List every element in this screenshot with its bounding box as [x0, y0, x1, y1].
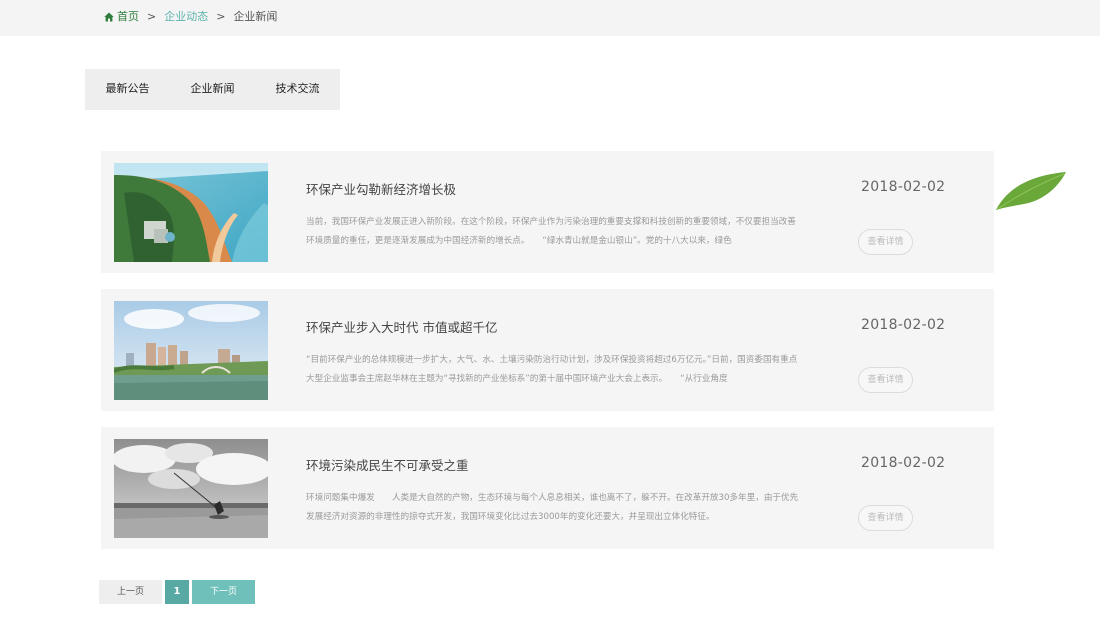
page-number-button[interactable]: 1: [165, 580, 189, 604]
home-icon: [104, 12, 114, 22]
news-date: 2018-02-02: [861, 179, 946, 195]
tab-company-news[interactable]: 企业新闻: [170, 69, 255, 110]
news-thumbnail-city[interactable]: [114, 301, 268, 400]
news-thumbnail-coast[interactable]: [114, 163, 268, 262]
news-item[interactable]: 环保产业步入大时代 市值或超千亿 “目前环保产业的总体规模进一步扩大，大气、水、…: [101, 289, 994, 411]
news-item[interactable]: 环保产业勾勒新经济增长极 当前，我国环保产业发展正进入新阶段。在这个阶段，环保产…: [101, 151, 994, 273]
news-summary: 当前，我国环保产业发展正进入新阶段。在这个阶段，环保产业作为污染治理的重要支撑和…: [306, 217, 796, 246]
news-title[interactable]: 环保产业勾勒新经济增长极: [306, 179, 456, 198]
breadcrumb: 首页 > 企业动态 > 企业新闻: [104, 9, 277, 25]
news-date: 2018-02-02: [861, 455, 946, 471]
news-summary: 环境问题集中爆发 人类是大自然的产物，生态环境与每个人息息相关，谁也离不了，躲不…: [306, 493, 799, 522]
news-summary: “目前环保产业的总体规模进一步扩大，大气、水、土壤污染防治行动计划，涉及环保投资…: [306, 355, 798, 384]
category-tabs: 最新公告 企业新闻 技术交流: [85, 69, 340, 110]
prev-page-button[interactable]: 上一页: [99, 580, 162, 604]
next-page-button[interactable]: 下一页: [192, 580, 255, 604]
news-thumbnail-fisherman[interactable]: [114, 439, 268, 538]
breadcrumb-separator: >: [147, 10, 157, 23]
breadcrumb-home-link[interactable]: 首页: [117, 9, 139, 25]
view-details-button[interactable]: 查看详情: [858, 229, 913, 255]
leaf-decoration-icon: [995, 172, 1066, 211]
news-title[interactable]: 环境污染成民生不可承受之重: [306, 455, 469, 474]
news-title[interactable]: 环保产业步入大时代 市值或超千亿: [306, 317, 497, 336]
breadcrumb-bar: 首页 > 企业动态 > 企业新闻: [0, 0, 1100, 36]
news-date: 2018-02-02: [861, 317, 946, 333]
breadcrumb-current: 企业新闻: [233, 10, 278, 23]
pagination: 上一页 1 下一页: [99, 580, 255, 604]
tab-tech-exchange[interactable]: 技术交流: [255, 69, 340, 110]
view-details-button[interactable]: 查看详情: [858, 367, 913, 393]
tab-latest-notice[interactable]: 最新公告: [85, 69, 170, 110]
view-details-button[interactable]: 查看详情: [858, 505, 913, 531]
news-item[interactable]: 环境污染成民生不可承受之重 环境问题集中爆发 人类是大自然的产物，生态环境与每个…: [101, 427, 994, 549]
breadcrumb-section-link[interactable]: 企业动态: [164, 9, 208, 25]
breadcrumb-separator: >: [216, 10, 226, 23]
